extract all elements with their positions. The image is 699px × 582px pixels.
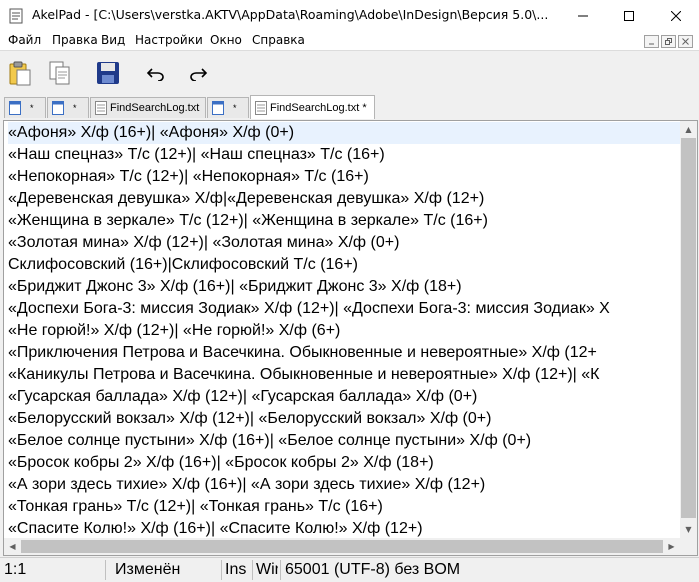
menu-settings[interactable]: Настройки bbox=[135, 33, 203, 47]
document-icon bbox=[255, 100, 267, 115]
status-separator bbox=[280, 560, 281, 580]
title-bar: AkelPad - [C:\Users\verstka.AKTV\AppData… bbox=[0, 0, 699, 32]
status-modified: Изменён bbox=[115, 561, 181, 578]
editor-line[interactable]: «Приключения Петрова и Васечкина. Обыкно… bbox=[8, 342, 680, 364]
menu-help[interactable]: Справка bbox=[252, 33, 305, 47]
editor-line[interactable]: «Белое солнце пустыни» Х/ф (16+)| «Белое… bbox=[8, 430, 680, 452]
scrollbar-corner bbox=[680, 538, 697, 555]
minimize-icon bbox=[649, 43, 654, 45]
document-icon bbox=[9, 101, 21, 115]
status-separator bbox=[105, 560, 106, 580]
editor-line[interactable]: «Золотая мина» Х/ф (12+)| «Золотая мина»… bbox=[8, 232, 680, 254]
tab-menu-icon[interactable]: * bbox=[233, 103, 237, 113]
editor-line[interactable]: «Не горюй!» Х/ф (12+)| «Не горюй!» Х/ф (… bbox=[8, 320, 680, 342]
paste-icon bbox=[9, 61, 31, 86]
editor-line[interactable]: «Женщина в зеркале» Т/с (12+)| «Женщина … bbox=[8, 210, 680, 232]
tab-bar: * * FindSearchLog.txt * FindSearchLog.tx… bbox=[0, 94, 699, 120]
close-icon bbox=[671, 11, 681, 21]
menu-file[interactable]: Файл bbox=[8, 33, 41, 47]
status-insert-mode[interactable]: Ins bbox=[225, 561, 246, 579]
redo-button[interactable] bbox=[182, 57, 214, 89]
text-editor[interactable]: «Афоня» Х/ф (16+)| «Афоня» Х/ф (0+) «Наш… bbox=[8, 122, 680, 539]
vertical-scrollbar[interactable]: ▲ ▼ bbox=[680, 121, 697, 538]
status-separator bbox=[252, 560, 253, 580]
status-position: 1:1 bbox=[4, 561, 27, 578]
menu-edit[interactable]: Правка bbox=[52, 33, 98, 47]
maximize-button[interactable] bbox=[606, 0, 652, 32]
save-icon bbox=[97, 62, 119, 84]
editor-line[interactable]: «Спасите Колю!» Х/ф (16+)| «Спасите Колю… bbox=[8, 518, 680, 539]
paste-button[interactable] bbox=[4, 57, 36, 89]
tab-document-3[interactable]: * bbox=[207, 97, 249, 118]
minimize-button[interactable] bbox=[560, 0, 606, 32]
tab-findsearchlog-active[interactable]: FindSearchLog.txt * bbox=[250, 95, 375, 119]
status-separator bbox=[221, 560, 222, 580]
editor-line[interactable]: «Белорусский вокзал» Х/ф (12+)| «Белорус… bbox=[8, 408, 680, 430]
editor-line[interactable]: «Тонкая грань» Т/с (12+)| «Тонкая грань»… bbox=[8, 496, 680, 518]
minimize-icon bbox=[578, 15, 588, 17]
status-encoding[interactable]: 65001 (UTF-8) без BOM bbox=[285, 561, 460, 579]
status-newline[interactable]: Win bbox=[256, 561, 278, 579]
copy-button[interactable] bbox=[44, 57, 76, 89]
toolbar bbox=[0, 50, 699, 95]
editor-line[interactable]: «Бросок кобры 2» Х/ф (16+)| «Бросок кобр… bbox=[8, 452, 680, 474]
document-icon bbox=[52, 101, 64, 115]
tab-label: FindSearchLog.txt bbox=[110, 102, 200, 114]
maximize-icon bbox=[624, 11, 634, 21]
scroll-down-icon[interactable]: ▼ bbox=[680, 521, 697, 538]
editor-line-current[interactable]: «Афоня» Х/ф (16+)| «Афоня» Х/ф (0+) bbox=[8, 122, 680, 144]
tab-document-2[interactable]: * bbox=[47, 97, 89, 118]
mdi-window-controls bbox=[644, 35, 693, 48]
editor-line[interactable]: «Каникулы Петрова и Васечкина. Обыкновен… bbox=[8, 364, 680, 386]
editor-line[interactable]: «Доспехи Бога-3: миссия Зодиак» Х/ф (12+… bbox=[8, 298, 680, 320]
document-icon bbox=[95, 101, 107, 115]
redo-icon bbox=[190, 68, 208, 81]
editor-line[interactable]: «Гусарская баллада» Х/ф (12+)| «Гусарска… bbox=[8, 386, 680, 408]
tab-label: FindSearchLog.txt * bbox=[270, 101, 367, 114]
close-button[interactable] bbox=[653, 0, 699, 32]
mdi-minimize-button[interactable] bbox=[644, 35, 659, 48]
menu-view[interactable]: Вид bbox=[101, 33, 125, 47]
horizontal-scroll-thumb[interactable] bbox=[21, 540, 663, 553]
window-title: AkelPad - [C:\Users\verstka.AKTV\AppData… bbox=[32, 7, 549, 22]
undo-button[interactable] bbox=[140, 57, 172, 89]
menu-window[interactable]: Окно bbox=[210, 33, 242, 47]
editor-line[interactable]: «А зори здесь тихие» Х/ф (16+)| «А зори … bbox=[8, 474, 680, 496]
undo-icon bbox=[146, 68, 164, 81]
close-icon bbox=[682, 38, 689, 45]
scroll-left-icon[interactable]: ◀ bbox=[4, 538, 21, 555]
restore-icon bbox=[665, 38, 672, 45]
scroll-right-icon[interactable]: ▶ bbox=[663, 538, 680, 555]
editor-frame: «Афоня» Х/ф (16+)| «Афоня» Х/ф (0+) «Наш… bbox=[3, 120, 698, 556]
horizontal-scrollbar[interactable]: ◀ ▶ bbox=[4, 538, 680, 555]
akelpad-app-icon[interactable] bbox=[8, 8, 24, 24]
editor-line[interactable]: Склифосовский (16+)|Склифосовский Т/с (1… bbox=[8, 254, 680, 276]
mdi-close-button[interactable] bbox=[678, 35, 693, 48]
editor-line[interactable]: «Наш спецназ» Т/с (12+)| «Наш спецназ» Т… bbox=[8, 144, 680, 166]
mdi-restore-button[interactable] bbox=[661, 35, 676, 48]
menu-bar: Файл Правка Вид Настройки Окно Справка bbox=[0, 32, 699, 50]
tab-findsearchlog-1[interactable]: FindSearchLog.txt bbox=[90, 97, 206, 118]
tab-menu-icon[interactable]: * bbox=[73, 103, 77, 113]
editor-line[interactable]: «Деревенская девушка» Х/ф|«Деревенская д… bbox=[8, 188, 680, 210]
copy-icon bbox=[49, 61, 70, 85]
tab-menu-icon[interactable]: * bbox=[30, 103, 34, 113]
vertical-scroll-thumb[interactable] bbox=[681, 138, 696, 518]
status-bar: 1:1 Изменён Ins Win 65001 (UTF-8) без BO… bbox=[0, 557, 699, 582]
editor-line[interactable]: «Непокорная» Т/с (12+)| «Непокорная» Т/с… bbox=[8, 166, 680, 188]
editor-line[interactable]: «Бриджит Джонс 3» Х/ф (16+)| «Бриджит Дж… bbox=[8, 276, 680, 298]
document-icon bbox=[212, 101, 224, 115]
scroll-up-icon[interactable]: ▲ bbox=[680, 121, 697, 138]
tab-document-1[interactable]: * bbox=[4, 97, 46, 118]
save-button[interactable] bbox=[92, 57, 124, 89]
